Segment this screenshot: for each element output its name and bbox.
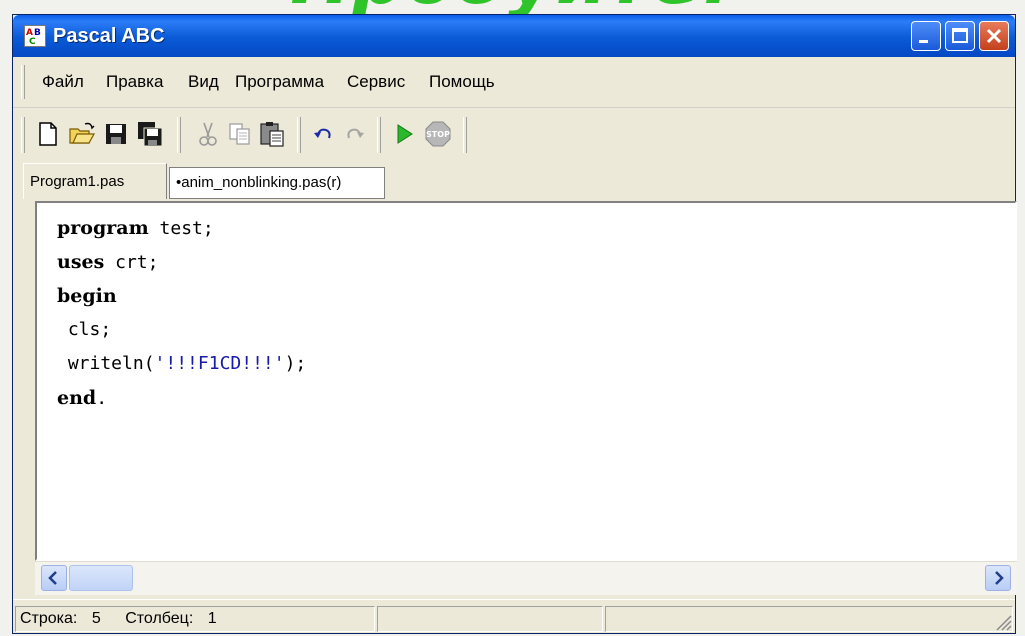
code-editor[interactable]: program test; uses crt; begin cls; write…	[35, 201, 1017, 561]
undo-button[interactable]	[309, 119, 339, 149]
toolbar-grip	[21, 117, 25, 153]
close-button[interactable]	[979, 21, 1009, 51]
string-literal: '!!!F1CD!!!'	[154, 353, 285, 374]
copy-button[interactable]	[225, 119, 255, 149]
toolbar-separator	[377, 117, 381, 153]
menu-help[interactable]: Помощь	[429, 71, 495, 93]
column-value: 1	[207, 610, 217, 627]
toolbar-separator	[463, 117, 467, 153]
cut-button[interactable]	[193, 119, 223, 149]
code-text: program test; uses crt; begin cls; write…	[57, 211, 306, 415]
scroll-thumb[interactable]	[69, 565, 133, 591]
minimize-button[interactable]	[911, 21, 941, 51]
run-icon	[397, 124, 413, 144]
code-line: begin	[57, 285, 117, 307]
close-icon	[986, 28, 1002, 44]
new-file-icon	[39, 122, 57, 146]
menu-grip	[21, 65, 25, 99]
svg-text:STOP: STOP	[426, 130, 450, 139]
undo-icon	[314, 128, 331, 139]
stop-icon: STOP	[425, 121, 451, 147]
scroll-right-button[interactable]	[985, 565, 1011, 591]
row-value: 5	[91, 610, 101, 627]
column-label: Столбец:	[125, 610, 194, 627]
code-line: cls;	[57, 319, 112, 340]
maximize-icon	[952, 28, 968, 43]
maximize-button[interactable]	[945, 21, 975, 51]
svg-text:C: C	[29, 37, 36, 46]
menu-service[interactable]: Сервис	[347, 71, 405, 93]
toolbar: STOP	[13, 107, 1015, 163]
minimize-icon	[919, 40, 928, 43]
status-bar: Строка: 5 Столбец: 1	[13, 599, 1015, 634]
copy-icon	[229, 123, 250, 145]
paste-icon	[260, 122, 284, 147]
tab-program1[interactable]: Program1.pas	[23, 163, 167, 199]
menu-edit[interactable]: Правка	[106, 71, 163, 93]
status-panel	[377, 606, 603, 632]
scroll-left-button[interactable]	[41, 565, 67, 591]
cursor-position: Строка: 5 Столбец: 1	[15, 606, 375, 632]
redo-button[interactable]	[339, 119, 369, 149]
save-icon	[106, 124, 126, 144]
menu-program[interactable]: Программа	[235, 71, 324, 93]
redo-icon	[347, 128, 364, 139]
code-line: uses crt;	[57, 251, 159, 273]
chevron-right-icon	[995, 571, 1004, 585]
horizontal-scrollbar[interactable]	[35, 561, 1017, 595]
code-line: writeln('!!!F1CD!!!');	[57, 353, 307, 374]
save-all-button[interactable]	[135, 119, 165, 149]
save-all-icon	[138, 122, 163, 147]
stop-button[interactable]: STOP	[423, 119, 453, 149]
menu-view[interactable]: Вид	[188, 71, 219, 93]
resize-grip-icon[interactable]	[991, 610, 1013, 632]
code-line: program test;	[57, 217, 214, 239]
chevron-left-icon	[48, 571, 57, 585]
menu-file[interactable]: Файл	[42, 71, 84, 93]
cut-icon	[199, 122, 217, 146]
menu-bar: Файл Правка Вид Программа Сервис Помощь	[13, 57, 1015, 108]
run-button[interactable]	[389, 119, 419, 149]
pascal-abc-window: A B C Pascal ABC Файл Правка Вид Програм…	[12, 14, 1017, 634]
status-panel	[605, 606, 1013, 632]
save-button[interactable]	[101, 119, 131, 149]
tab-anim-nonblinking[interactable]: •anim_nonblinking.pas(r)	[169, 167, 385, 199]
toolbar-separator	[297, 117, 301, 153]
row-label: Строка:	[20, 610, 78, 627]
new-file-button[interactable]	[33, 119, 63, 149]
toolbar-separator	[177, 117, 181, 153]
paste-button[interactable]	[257, 119, 287, 149]
open-folder-icon	[69, 122, 96, 144]
title-bar[interactable]: A B C Pascal ABC	[13, 15, 1015, 57]
editor-tabs: Program1.pas •anim_nonblinking.pas(r)	[13, 163, 1015, 201]
code-line: end.	[57, 387, 108, 409]
window-title: Pascal ABC	[53, 25, 165, 47]
open-button[interactable]	[67, 119, 97, 149]
app-icon: A B C	[24, 25, 46, 47]
